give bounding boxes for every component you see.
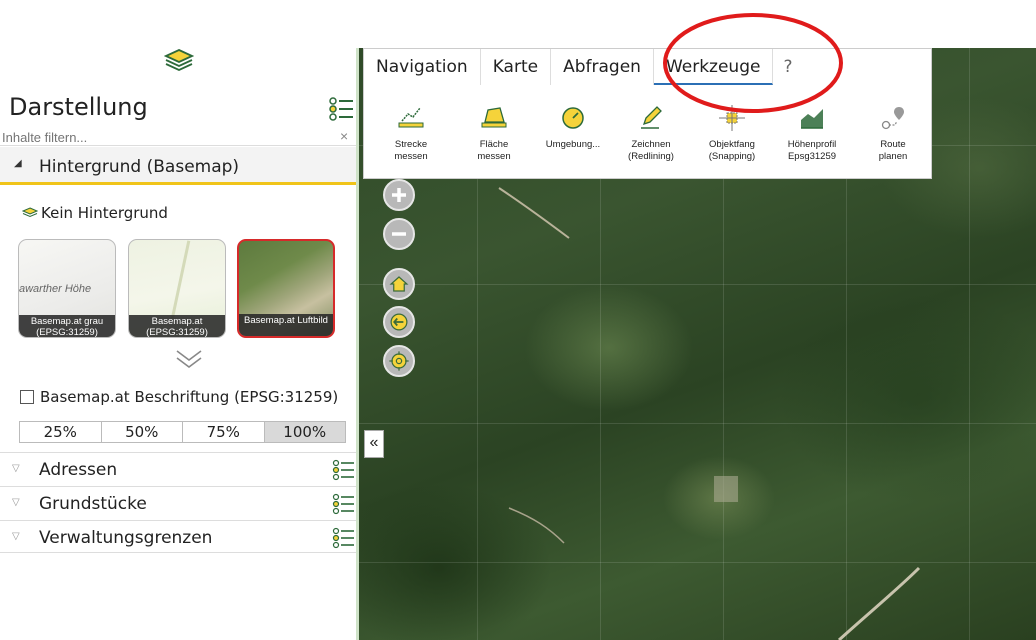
route-pin-icon bbox=[881, 107, 904, 130]
labels-toggle-label: Basemap.at Beschriftung (EPSG:31259) bbox=[40, 388, 339, 406]
layers-small-icon bbox=[22, 207, 38, 218]
home-button[interactable] bbox=[383, 268, 415, 300]
clear-filter-icon[interactable]: × bbox=[340, 128, 348, 144]
ruler-line-icon bbox=[398, 107, 424, 128]
area-ruler-icon bbox=[481, 107, 507, 128]
tool-ribbon: Navigation Karte Abfragen Werkzeuge ? St… bbox=[363, 48, 932, 179]
tool-label: Fläche messen bbox=[477, 139, 511, 162]
layer-options-icon[interactable] bbox=[331, 458, 355, 482]
tab-abfragen[interactable]: Abfragen bbox=[551, 49, 654, 85]
back-button[interactable] bbox=[383, 306, 415, 338]
arrow-left-icon bbox=[390, 313, 408, 331]
labels-toggle[interactable]: Basemap.at Beschriftung (EPSG:31259) bbox=[20, 388, 338, 406]
surroundings-button[interactable]: Umgebung... bbox=[541, 86, 605, 178]
no-background-option[interactable]: Kein Hintergrund bbox=[22, 204, 168, 222]
sidebar: Darstellung × ◢ Hintergrund (Basemap) Ke… bbox=[0, 40, 357, 640]
tool-label: Höhenprofil Epsg31259 bbox=[787, 139, 837, 162]
basemap-thumb-label: Basemap.at Luftbild bbox=[239, 314, 333, 336]
tool-label: Objektfang (Snapping) bbox=[708, 139, 756, 162]
section-basemap-label: Hintergrund (Basemap) bbox=[39, 157, 240, 177]
collapsed-triangle-icon: ▽ bbox=[12, 531, 20, 542]
opacity-option[interactable]: 25% bbox=[20, 422, 102, 442]
basemap-thumb-label: Basemap.at grau (EPSG:31259) bbox=[19, 315, 115, 337]
opacity-selector: 25% 50% 75% 100% bbox=[19, 421, 346, 443]
layer-options-icon[interactable] bbox=[331, 492, 355, 516]
opacity-option[interactable]: 50% bbox=[102, 422, 183, 442]
tab-navigation[interactable]: Navigation bbox=[364, 49, 481, 85]
expanded-triangle-icon: ◢ bbox=[14, 158, 22, 169]
crosshair-icon bbox=[389, 351, 409, 371]
layer-options-icon[interactable] bbox=[328, 96, 354, 122]
labels-checkbox[interactable] bbox=[20, 390, 34, 404]
opacity-option[interactable]: 75% bbox=[183, 422, 265, 442]
section-label: Grundstücke bbox=[39, 494, 147, 514]
filter-input[interactable] bbox=[2, 129, 322, 145]
locate-button[interactable] bbox=[383, 345, 415, 377]
layer-options-icon[interactable] bbox=[331, 526, 355, 550]
basemap-thumb-grau[interactable]: awarther Höhe Basemap.at grau (EPSG:3125… bbox=[18, 239, 116, 338]
section-basemap[interactable]: ◢ Hintergrund (Basemap) bbox=[0, 147, 357, 185]
collapse-sidebar-button[interactable]: « bbox=[364, 430, 384, 458]
section-verwaltungsgrenzen[interactable]: ▽ Verwaltungsgrenzen bbox=[0, 520, 357, 553]
layers-icon bbox=[164, 49, 194, 71]
measure-area-button[interactable]: Fläche messen bbox=[462, 86, 526, 178]
basemap-thumb-standard[interactable]: Basemap.at (EPSG:31259) bbox=[128, 239, 226, 338]
thumb-road bbox=[170, 240, 191, 320]
opacity-option-selected[interactable]: 100% bbox=[264, 422, 345, 442]
section-grundstuecke[interactable]: ▽ Grundstücke bbox=[0, 486, 357, 519]
basemap-thumb-luftbild[interactable]: Basemap.at Luftbild bbox=[237, 239, 335, 338]
highlight-annotation-circle bbox=[663, 13, 843, 113]
tool-label: Route planen bbox=[878, 139, 908, 162]
zoom-in-button[interactable] bbox=[383, 179, 415, 211]
panel-title: Darstellung bbox=[9, 93, 148, 121]
filter-row: × bbox=[0, 128, 357, 146]
tool-label: Zeichnen (Redlining) bbox=[628, 139, 674, 162]
collapsed-triangle-icon: ▽ bbox=[12, 497, 20, 508]
plus-icon bbox=[392, 188, 406, 202]
section-adressen[interactable]: ▽ Adressen bbox=[0, 452, 357, 485]
measure-distance-button[interactable]: Strecke messen bbox=[379, 86, 443, 178]
section-label: Adressen bbox=[39, 460, 118, 480]
route-planner-button[interactable]: Route planen bbox=[861, 86, 925, 178]
tab-karte[interactable]: Karte bbox=[481, 49, 552, 85]
no-background-label: Kein Hintergrund bbox=[41, 204, 168, 222]
gauge-icon bbox=[562, 107, 584, 129]
basemap-thumb-label: Basemap.at (EPSG:31259) bbox=[129, 315, 225, 337]
home-icon bbox=[389, 276, 409, 292]
minus-icon bbox=[392, 232, 406, 236]
tool-label: Strecke messen bbox=[394, 139, 428, 162]
tool-label: Umgebung... bbox=[545, 139, 601, 150]
thumb-map-text: awarther Höhe bbox=[19, 283, 92, 295]
zoom-out-button[interactable] bbox=[383, 218, 415, 250]
chevron-down-icon[interactable] bbox=[172, 348, 206, 370]
section-label: Verwaltungsgrenzen bbox=[39, 528, 213, 548]
collapsed-triangle-icon: ▽ bbox=[12, 463, 20, 474]
